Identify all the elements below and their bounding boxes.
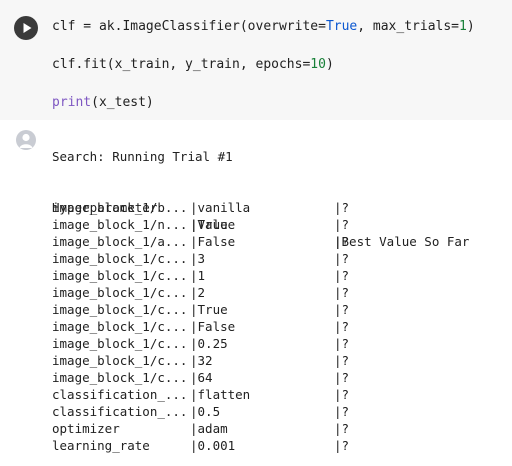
hp-name: image_block_1/c... [52,251,188,266]
table-row: learning_rate |0.001 |? [52,437,492,454]
hp-best: |? [334,268,350,283]
output-avatar[interactable] [16,130,36,150]
hp-value: |1 [190,268,206,283]
hp-value: |0.5 [190,404,221,419]
hp-value: |3 [190,251,206,266]
hp-best: |? [334,438,350,453]
hp-value: |vanilla [190,200,251,215]
code-line-3: print(x_test) [52,95,154,111]
hp-name: optimizer [52,421,120,436]
code-line-1: clf = ak.ImageClassifier(overwrite=True,… [52,19,475,35]
hp-best: |? [334,285,350,300]
table-row: image_block_1/c... |2 |? [52,284,492,301]
code-number: 1 [459,19,467,34]
hp-name: classification_... [52,387,188,402]
hp-value: |True [190,302,228,317]
code-line-2: clf.fit(x_train, y_train, epochs=10) [52,57,334,73]
hp-value: |0.001 [190,438,236,453]
table-row: classification_... |flatten |? [52,386,492,403]
table-row: image_block_1/c... |32 |? [52,352,492,369]
hp-best: |? [334,370,350,385]
output-status: Search: Running Trial #1 [52,149,233,164]
table-row: image_block_1/c... |False |? [52,318,492,335]
hp-name: image_block_1/a... [52,234,188,249]
hyperparameter-table: Hyperparameter |Value |Best Value So Far… [52,182,492,454]
code-number: 10 [310,57,326,72]
hp-value: |32 [190,353,213,368]
code-text: ) [325,57,334,72]
code-text: clf = ak.ImageClassifier(overwrite= [52,19,326,34]
table-row: image_block_1/c... |0.25 |? [52,335,492,352]
hp-value: |64 [190,370,213,385]
hp-name: image_block_1/c... [52,268,188,283]
hp-best: |? [334,353,350,368]
code-keyword: True [325,19,358,34]
hp-best: |? [334,387,350,402]
code-text: (x_test) [91,95,154,110]
code-cell[interactable]: clf = ak.ImageClassifier(overwrite=True,… [0,0,512,120]
table-row: image_block_1/a... |False |? [52,233,492,250]
code-text: , max_trials= [357,19,459,34]
hp-name: image_block_1/b... [52,200,188,215]
code-text: clf.fit(x_train, y_train, epochs= [52,57,311,72]
hp-value: |adam [190,421,228,436]
hp-name: image_block_1/c... [52,302,188,317]
hp-best: |? [334,421,350,436]
table-row: image_block_1/c... |True |? [52,301,492,318]
hp-value: |2 [190,285,206,300]
user-avatar-icon [19,133,33,148]
hp-best: |? [334,251,350,266]
hp-best: |? [334,217,350,232]
hp-value: |True [190,217,228,232]
run-cell-button[interactable] [14,16,38,40]
table-row: classification_... |0.5 |? [52,403,492,420]
hp-name: image_block_1/c... [52,285,188,300]
hp-best: |? [334,404,350,419]
table-row: optimizer |adam |? [52,420,492,437]
hp-best: |? [334,302,350,317]
table-row: image_block_1/c... |64 |? [52,369,492,386]
hp-name: image_block_1/c... [52,353,188,368]
hp-value: |0.25 [190,336,228,351]
hp-value: |False [190,319,236,334]
play-icon [23,23,32,33]
table-row: image_block_1/c... |1 |? [52,267,492,284]
code-text: ) [466,19,475,34]
hp-best: |? [334,319,350,334]
hp-name: image_block_1/n... [52,217,188,232]
hp-name: image_block_1/c... [52,336,188,351]
hp-best: |? [334,234,350,249]
hp-best: |? [334,336,350,351]
table-header-row: Hyperparameter |Value |Best Value So Far [52,182,492,249]
hp-best: |? [334,200,350,215]
table-row: image_block_1/n... |True |? [52,216,492,233]
hp-name: learning_rate [52,438,150,453]
code-function: print [52,95,92,110]
hp-name: image_block_1/c... [52,319,188,334]
table-row: image_block_1/c... |3 |? [52,250,492,267]
table-row: image_block_1/b... |vanilla |? [52,199,492,216]
hp-value: |flatten [190,387,251,402]
hp-name: image_block_1/c... [52,370,188,385]
hp-name: classification_... [52,404,188,419]
hp-value: |False [190,234,236,249]
